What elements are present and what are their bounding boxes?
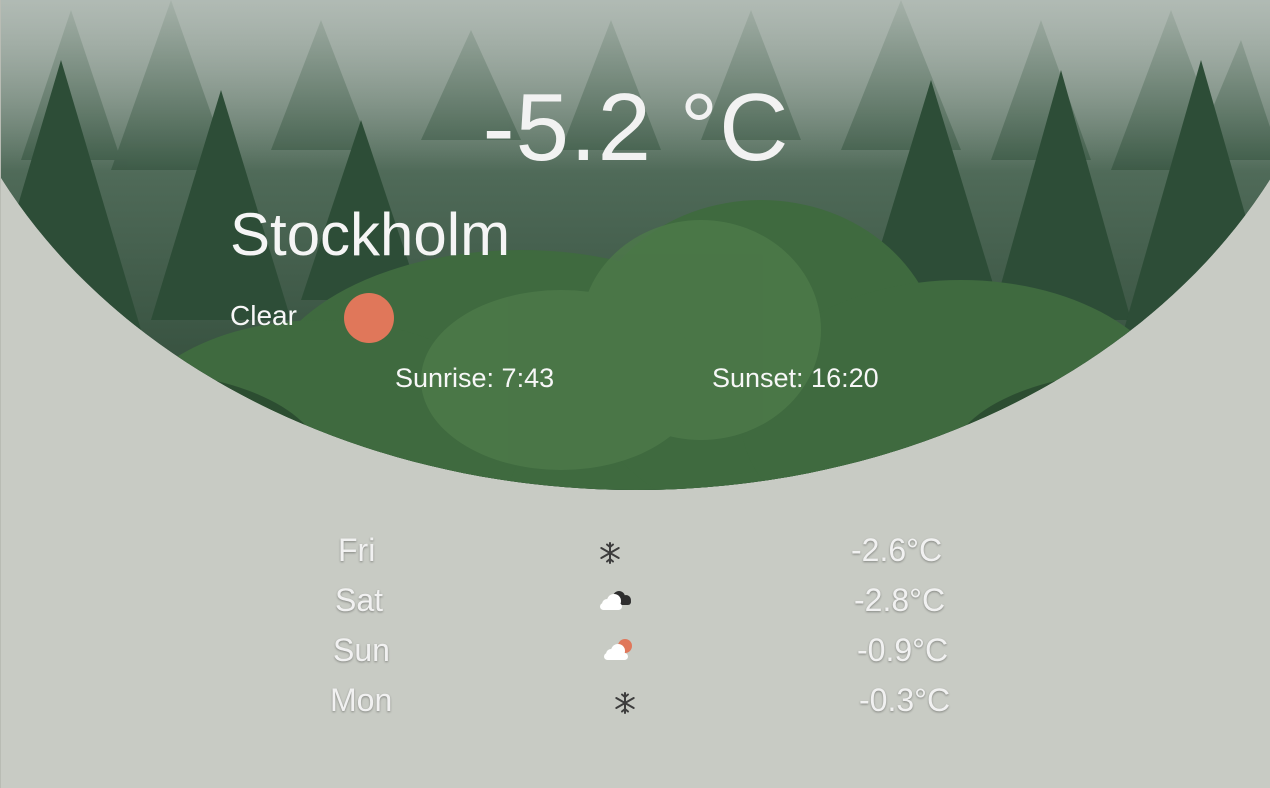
forecast-row: Mon -0.3°C [330, 680, 960, 720]
forecast-temp: -2.8°C [854, 582, 946, 618]
condition-label: Clear [230, 300, 297, 331]
weather-app: -5.2 °C Stockholm Clear Sunrise: 7:43 Su… [0, 0, 1270, 788]
partly-cloudy-icon [601, 634, 637, 674]
forecast-day: Mon [330, 682, 393, 718]
city-name: Stockholm [230, 201, 511, 268]
forecast-day: Sun [333, 632, 390, 668]
snowflake-icon [613, 684, 637, 724]
forecast-temp: -0.3°C [859, 682, 951, 718]
forecast-row: Fri -2.6°C [338, 530, 958, 570]
cloudy-icon [597, 584, 637, 624]
sunrise-time: Sunrise: 7:43 [395, 363, 555, 393]
snowflake-icon [598, 534, 622, 574]
forecast-temp: -0.9°C [857, 632, 949, 668]
forecast-day: Sat [335, 582, 384, 618]
sun-icon [344, 293, 394, 343]
sunset-time: Sunset: 16:20 [712, 363, 879, 393]
forecast-row: Sat -2.8°C [335, 580, 955, 620]
forecast-row: Sun -0.9°C [333, 630, 953, 670]
current-temperature: -5.2 °C [482, 74, 790, 181]
forecast-day: Fri [338, 532, 376, 568]
forecast-temp: -2.6°C [851, 532, 943, 568]
